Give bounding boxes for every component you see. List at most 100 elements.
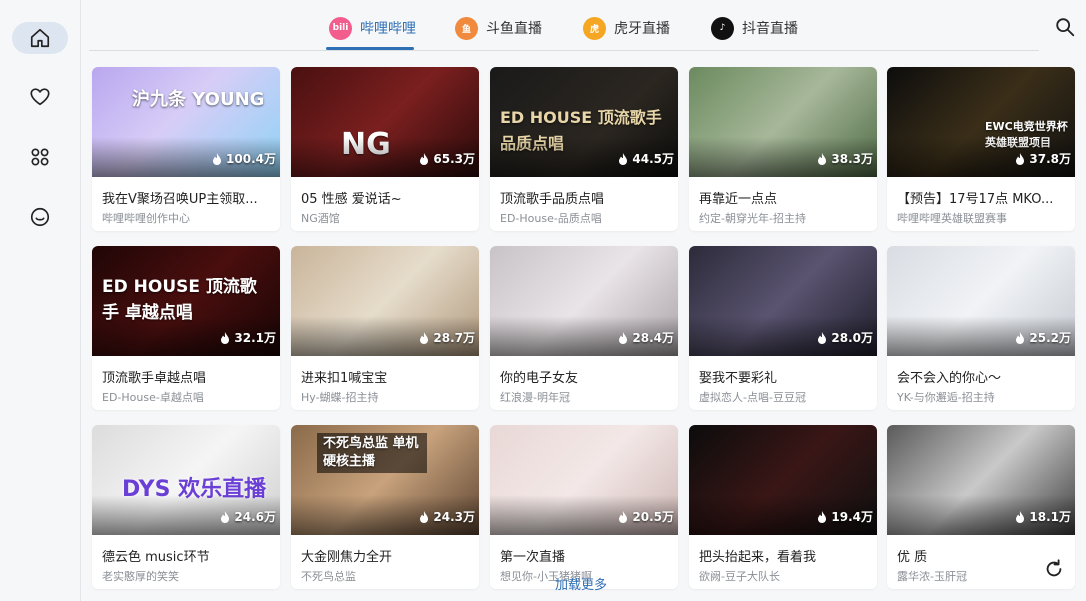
live-thumbnail: 28.7万 [291, 246, 479, 356]
home-icon [30, 28, 50, 48]
tab-douyin[interactable]: ♪ 抖音直播 [711, 14, 798, 42]
flame-icon [420, 331, 429, 344]
live-thumbnail: 38.3万 [689, 67, 877, 177]
flame-icon [619, 510, 628, 523]
flame-icon [1016, 152, 1025, 165]
flame-icon [818, 152, 827, 165]
card-title: 顶流歌手品质点唱 [500, 192, 605, 207]
viewer-count-text: 25.2万 [1029, 331, 1071, 345]
sidebar [0, 0, 81, 601]
card-title: 【预告】17号17点 MKO... [897, 192, 1054, 207]
douyin-icon: ♪ [711, 16, 734, 40]
viewer-count-text: 28.4万 [632, 331, 674, 345]
viewer-count: 100.4万 [212, 150, 276, 167]
tab-label: 斗鱼直播 [486, 21, 542, 37]
card-title: 大金刚焦力全开 [301, 550, 393, 565]
card-streamer: Hy-蝴蝶-招主持 [301, 391, 379, 404]
flame-icon [818, 331, 827, 344]
viewer-count-text: 44.5万 [632, 152, 674, 166]
bilibili-icon: bili [329, 16, 352, 40]
viewer-count-text: 20.5万 [632, 510, 674, 524]
viewer-count: 37.8万 [1015, 150, 1071, 167]
card-streamer: ED-House-品质点唱 [500, 212, 602, 225]
viewer-count: 28.4万 [618, 329, 674, 346]
live-thumbnail: 25.2万 [887, 246, 1075, 356]
viewer-count-text: 24.6万 [234, 510, 276, 524]
live-thumbnail: 沪九条 YOUNG 100.4万 [92, 67, 280, 177]
card-streamer: 红浪漫-明年冠 [500, 391, 570, 404]
live-card[interactable]: 19.4万 把头抬起来，看着我 欲阙-豆子大队长 [689, 425, 877, 589]
card-streamer: 虚拟恋人-点唱-豆豆冠 [699, 391, 806, 404]
tab-label: 虎牙直播 [614, 21, 670, 37]
card-title: 第一次直播 [500, 550, 566, 565]
card-streamer: NG酒馆 [301, 212, 340, 225]
live-thumbnail: DYS 欢乐直播 24.6万 [92, 425, 280, 535]
flame-icon [619, 152, 628, 165]
live-card[interactable]: 沪九条 YOUNG 100.4万 我在V聚场召唤UP主领取... 哔哩哔哩创作中… [92, 67, 280, 231]
viewer-count: 28.7万 [419, 329, 475, 346]
viewer-count-text: 28.7万 [433, 331, 475, 345]
viewer-count-text: 19.4万 [831, 510, 873, 524]
live-card[interactable]: ED HOUSE 顶流歌手 品质点唱 44.5万 顶流歌手品质点唱 ED-Hou… [490, 67, 678, 231]
viewer-count: 24.3万 [419, 508, 475, 525]
live-card[interactable]: 25.2万 会不会入的你心～ YK-与你邂逅-招主持 [887, 246, 1075, 410]
live-card[interactable]: 不死鸟总监 单机硬核主播 24.3万 大金刚焦力全开 不死鸟总监 [291, 425, 479, 589]
live-thumbnail: ED HOUSE 顶流歌手 卓越点唱 32.1万 [92, 246, 280, 356]
card-streamer: 欲阙-豆子大队长 [699, 570, 780, 583]
viewer-count: 44.5万 [618, 150, 674, 167]
smile-icon [30, 207, 50, 227]
tab-label: 抖音直播 [742, 21, 798, 37]
live-card[interactable]: NG 65.3万 05 性感 爱说话~ NG酒馆 [291, 67, 479, 231]
live-thumbnail: 20.5万 [490, 425, 678, 535]
viewer-count: 38.3万 [817, 150, 873, 167]
app-window: bili 哔哩哔哩 鱼 斗鱼直播 虎 虎牙直播 ♪ 抖音直播 沪九条 YOUNG [0, 0, 1086, 601]
card-streamer: YK-与你邂逅-招主持 [897, 391, 995, 404]
viewer-count-text: 100.4万 [226, 152, 276, 166]
grid-icon [31, 148, 49, 166]
viewer-count: 65.3万 [419, 150, 475, 167]
sidebar-item-favorites[interactable] [12, 81, 68, 113]
sidebar-item-profile[interactable] [12, 201, 68, 233]
tab-bilibili[interactable]: bili 哔哩哔哩 [329, 14, 416, 42]
live-thumbnail: 19.4万 [689, 425, 877, 535]
card-title: 我在V聚场召唤UP主领取... [102, 192, 258, 207]
sidebar-item-home[interactable] [12, 22, 68, 54]
flame-icon [1016, 331, 1025, 344]
card-streamer: 老实憨厚的笑笑 [102, 570, 179, 583]
live-thumbnail: 18.1万 [887, 425, 1075, 535]
load-more-link[interactable]: 加载更多 [555, 574, 607, 593]
viewer-count-text: 32.1万 [234, 331, 276, 345]
tab-huya[interactable]: 虎 虎牙直播 [583, 14, 670, 42]
tab-label: 哔哩哔哩 [360, 21, 416, 37]
card-streamer: 约定-朝穿光年-招主持 [699, 212, 806, 225]
live-card[interactable]: 28.0万 娶我不要彩礼 虚拟恋人-点唱-豆豆冠 [689, 246, 877, 410]
live-thumbnail: ED HOUSE 顶流歌手 品质点唱 44.5万 [490, 67, 678, 177]
sidebar-item-categories[interactable] [12, 141, 68, 173]
tab-douyu[interactable]: 鱼 斗鱼直播 [455, 14, 542, 42]
live-thumbnail: EWC电竞世界杯 英雄联盟项目 37.8万 [887, 67, 1075, 177]
refresh-icon[interactable] [1043, 558, 1065, 580]
live-card[interactable]: 38.3万 再靠近一点点 约定-朝穿光年-招主持 [689, 67, 877, 231]
live-card[interactable]: 28.7万 进来扣1喊宝宝 Hy-蝴蝶-招主持 [291, 246, 479, 410]
viewer-count-text: 28.0万 [831, 331, 873, 345]
viewer-count-text: 65.3万 [433, 152, 475, 166]
live-card[interactable]: DYS 欢乐直播 24.6万 德云色 music环节 老实憨厚的笑笑 [92, 425, 280, 589]
card-title: 顶流歌手卓越点唱 [102, 371, 207, 386]
viewer-count: 28.0万 [817, 329, 873, 346]
viewer-count-text: 18.1万 [1029, 510, 1071, 524]
search-icon[interactable] [1054, 16, 1076, 38]
card-title: 把头抬起来，看着我 [699, 550, 817, 565]
live-card[interactable]: EWC电竞世界杯 英雄联盟项目 37.8万 【预告】17号17点 MKO... … [887, 67, 1075, 231]
viewer-count: 20.5万 [618, 508, 674, 525]
live-card[interactable]: 28.4万 你的电子女友 红浪漫-明年冠 [490, 246, 678, 410]
live-thumbnail: NG 65.3万 [291, 67, 479, 177]
flame-icon [221, 331, 230, 344]
card-streamer: 哔哩哔哩英雄联盟赛事 [897, 212, 1007, 225]
flame-icon [420, 510, 429, 523]
card-streamer: 哔哩哔哩创作中心 [102, 212, 190, 225]
card-title: 德云色 music环节 [102, 550, 210, 565]
card-title: 会不会入的你心～ [897, 371, 1002, 386]
live-card[interactable]: ED HOUSE 顶流歌手 卓越点唱 32.1万 顶流歌手卓越点唱 ED-Hou… [92, 246, 280, 410]
viewer-count-text: 38.3万 [831, 152, 873, 166]
live-card[interactable]: 20.5万 第一次直播 想见你-小玉猪猪啊 [490, 425, 678, 589]
